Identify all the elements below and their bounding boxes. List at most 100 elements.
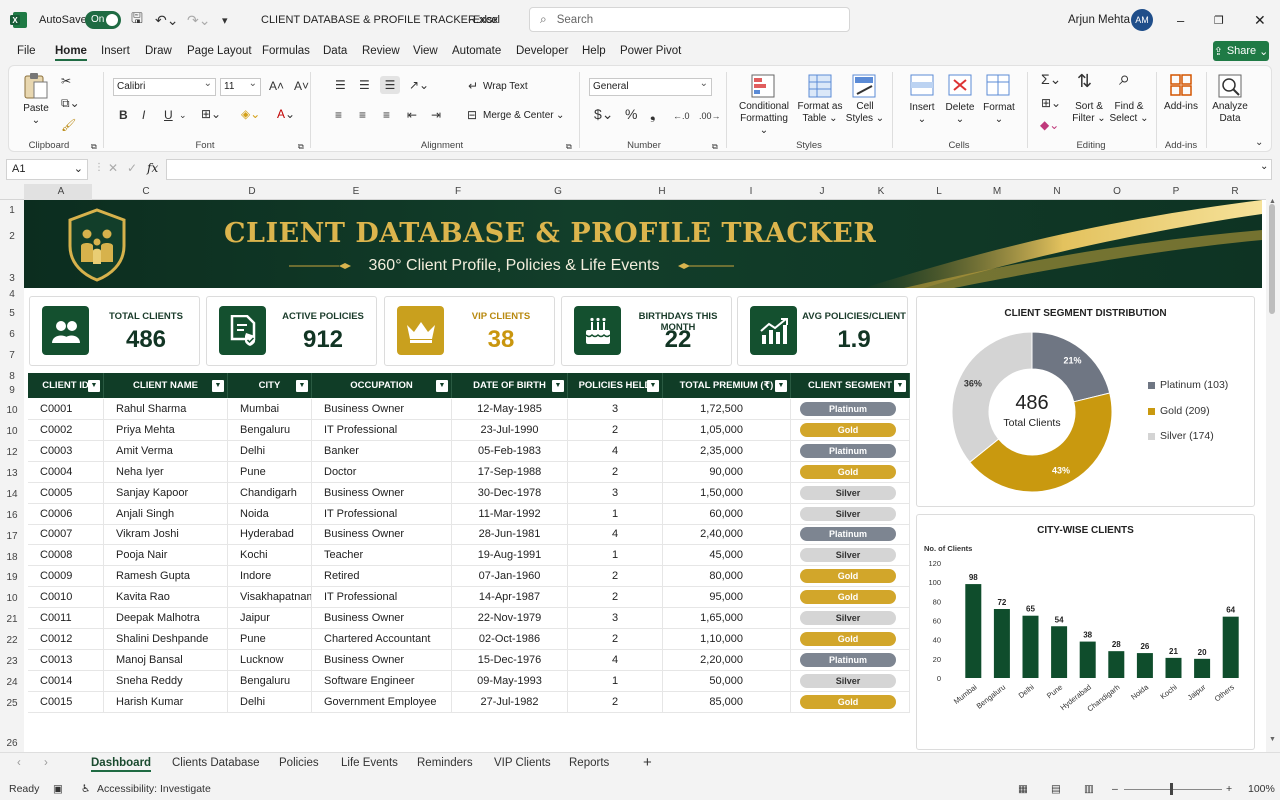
- table-cell[interactable]: 90,000: [663, 461, 791, 483]
- column-header[interactable]: F: [450, 186, 466, 197]
- table-cell[interactable]: Silver: [791, 503, 910, 525]
- sheet-tab-reminders[interactable]: Reminders: [417, 757, 473, 769]
- find-select-button[interactable]: Find & Select ⌄: [1106, 101, 1152, 125]
- table-cell[interactable]: Platinum: [791, 524, 910, 546]
- row-header[interactable]: 16: [0, 510, 24, 521]
- table-cell[interactable]: Gold: [791, 691, 910, 713]
- share-button[interactable]: ⇪ Share ⌄: [1213, 41, 1269, 61]
- sheet-tab-clients-database[interactable]: Clients Database: [172, 757, 260, 769]
- table-cell[interactable]: Sanjay Kapoor: [104, 482, 228, 504]
- row-header[interactable]: 4: [0, 289, 24, 300]
- table-cell[interactable]: 12-May-1985: [452, 399, 568, 420]
- table-cell[interactable]: 07-Jan-1960: [452, 566, 568, 588]
- table-cell[interactable]: 3: [568, 399, 663, 420]
- table-cell[interactable]: C0012: [28, 628, 104, 650]
- bar-noida[interactable]: [1136, 653, 1153, 678]
- table-cell[interactable]: Pune: [228, 628, 312, 650]
- row-header[interactable]: 18: [0, 552, 24, 563]
- table-cell[interactable]: 27-Jul-1982: [452, 691, 568, 713]
- macro-record-icon[interactable]: ▣: [53, 783, 63, 795]
- font-name-select[interactable]: Calibri: [113, 76, 216, 96]
- table-cell[interactable]: 15-Dec-1976: [452, 649, 568, 671]
- table-cell[interactable]: Vikram Joshi: [104, 524, 228, 546]
- table-cell[interactable]: 05-Feb-1983: [452, 440, 568, 462]
- insert-function-icon[interactable]: fx: [147, 161, 158, 175]
- worksheet-grid[interactable]: CLIENT DATABASE & PROFILE TRACKER 360° C…: [24, 200, 1266, 752]
- table-cell[interactable]: IT Professional: [312, 419, 452, 441]
- table-cell[interactable]: 1: [568, 670, 663, 692]
- row-header[interactable]: 5: [0, 308, 24, 319]
- increase-indent-icon[interactable]: ⇥: [431, 108, 441, 122]
- filter-dropdown-icon[interactable]: ▼: [894, 380, 906, 392]
- autosum-icon[interactable]: Σ⌄: [1041, 72, 1061, 86]
- table-cell[interactable]: Silver: [791, 670, 910, 692]
- zoom-out-icon[interactable]: –: [1112, 783, 1118, 795]
- table-cell[interactable]: C0008: [28, 545, 104, 567]
- column-header[interactable]: P: [1168, 186, 1184, 197]
- table-cell[interactable]: Deepak Malhotra: [104, 608, 228, 629]
- bar-kochi[interactable]: [1165, 657, 1182, 678]
- table-cell[interactable]: Indore: [228, 566, 312, 588]
- page-break-view-icon[interactable]: ▥: [1084, 783, 1094, 795]
- format-cells-button[interactable]: Format ⌄: [978, 102, 1020, 126]
- table-cell[interactable]: 3: [568, 482, 663, 504]
- undo-icon[interactable]: ↶⌄: [155, 0, 178, 40]
- table-cell[interactable]: 4: [568, 649, 663, 671]
- number-format-select[interactable]: General: [589, 76, 712, 96]
- sheet-tab-policies[interactable]: Policies: [279, 757, 319, 769]
- table-row[interactable]: C0007 Vikram Joshi Hyderabad Business Owner…: [28, 524, 910, 546]
- table-row[interactable]: C0009 Ramesh Gupta Indore Retired 07-Jan-196…: [28, 566, 910, 588]
- bar-hyderabad[interactable]: [1079, 641, 1096, 678]
- column-header[interactable]: I: [743, 186, 759, 197]
- borders-icon[interactable]: ⊞⌄: [201, 107, 221, 121]
- cell-styles-button[interactable]: Cell Styles ⌄: [845, 101, 885, 125]
- table-cell[interactable]: C0014: [28, 670, 104, 692]
- table-cell[interactable]: 23-Jul-1990: [452, 419, 568, 441]
- table-row[interactable]: C0004 Neha Iyer Pune Doctor 17-Sep-1988 2 90,0…: [28, 461, 910, 483]
- font-launcher-icon[interactable]: ⧉: [298, 140, 304, 154]
- add-ins-button[interactable]: Add-ins: [1159, 101, 1203, 113]
- row-header[interactable]: 3: [0, 273, 24, 284]
- table-cell[interactable]: Business Owner: [312, 649, 452, 671]
- table-cell[interactable]: Government Employee: [312, 691, 452, 713]
- column-header[interactable]: D: [244, 186, 260, 197]
- tab-insert[interactable]: Insert: [101, 45, 130, 57]
- cancel-entry-icon[interactable]: ✕: [108, 161, 118, 175]
- underline-button[interactable]: U: [164, 108, 173, 122]
- table-cell[interactable]: Ramesh Gupta: [104, 566, 228, 588]
- accessibility-icon[interactable]: ♿: [81, 783, 90, 795]
- delete-cells-icon[interactable]: [948, 74, 972, 96]
- table-cell[interactable]: 85,000: [663, 691, 791, 713]
- table-cell[interactable]: Kavita Rao: [104, 587, 228, 609]
- zoom-slider-thumb[interactable]: [1170, 783, 1173, 795]
- table-cell[interactable]: C0015: [28, 691, 104, 713]
- find-select-icon[interactable]: ⌕: [1119, 69, 1130, 89]
- copy-icon[interactable]: ⧉⌄: [61, 96, 80, 110]
- table-cell[interactable]: C0004: [28, 461, 104, 483]
- table-cell[interactable]: 14-Apr-1987: [452, 587, 568, 609]
- bar-pune[interactable]: [1051, 626, 1068, 678]
- table-cell[interactable]: 95,000: [663, 587, 791, 609]
- select-all-corner[interactable]: [0, 184, 24, 200]
- cell-styles-icon[interactable]: [852, 74, 876, 98]
- align-center-icon[interactable]: ≡: [359, 108, 366, 122]
- next-sheet-icon[interactable]: ›: [44, 757, 48, 769]
- number-launcher-icon[interactable]: ⧉: [712, 140, 718, 154]
- align-bottom-icon[interactable]: ☰: [380, 76, 400, 94]
- sheet-tab-reports[interactable]: Reports: [569, 757, 609, 769]
- page-layout-view-icon[interactable]: ▤: [1051, 783, 1061, 795]
- underline-dropdown-icon[interactable]: ⌄: [179, 108, 187, 122]
- table-cell[interactable]: 45,000: [663, 545, 791, 567]
- restore-icon[interactable]: ❐: [1214, 0, 1224, 40]
- merge-center-button[interactable]: Merge & Center: [483, 110, 554, 122]
- table-cell[interactable]: 30-Dec-1978: [452, 482, 568, 504]
- table-cell[interactable]: Sneha Reddy: [104, 670, 228, 692]
- font-color-icon[interactable]: A⌄: [277, 107, 295, 121]
- fill-color-icon[interactable]: ◈⌄: [241, 107, 260, 121]
- sheet-tab-dashboard[interactable]: Dashboard: [91, 757, 152, 772]
- tab-help[interactable]: Help: [582, 45, 606, 57]
- table-cell[interactable]: Amit Verma: [104, 440, 228, 462]
- table-cell[interactable]: IT Professional: [312, 587, 452, 609]
- column-header[interactable]: O: [1109, 186, 1125, 197]
- font-size-select[interactable]: 11: [220, 76, 261, 96]
